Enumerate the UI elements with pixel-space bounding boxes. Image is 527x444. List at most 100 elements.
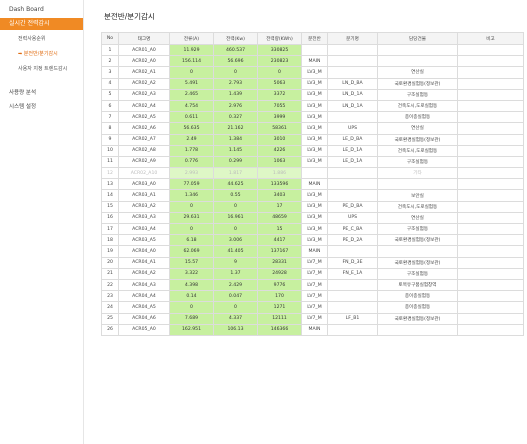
table-row[interactable]: 6 ACR02_A4 4.754 2.976 7055 LV3_M LN_D_1A 건축도시,… [101, 99, 524, 113]
cell-tag: ACR02_A10 [118, 167, 170, 180]
header-panel: 분전반 [301, 32, 328, 45]
cell-branch: PE_D_BA [327, 200, 378, 213]
cell-energy: 28331 [257, 256, 302, 269]
cell-note [457, 222, 524, 236]
cell-branch [327, 178, 378, 191]
cell-branch: LN_D_1A [327, 88, 378, 101]
cell-branch [327, 301, 378, 314]
cell-current: 0 [169, 200, 214, 213]
cell-no: 12 [101, 167, 119, 180]
cell-no: 25 [101, 312, 119, 325]
cell-branch [327, 290, 378, 303]
cell-current: 77.059 [169, 178, 214, 191]
cell-tag: ACR04_A4 [118, 290, 170, 303]
table-row[interactable]: 19 ACR04_A0 62.069 41.405 137167 MAIN [101, 245, 524, 258]
cell-building: 종이종실험동 [377, 111, 458, 124]
header-current: 전류(A) [169, 32, 214, 45]
cell-panel: LV3_M [301, 133, 328, 146]
cell-branch: FN_D_3E [327, 256, 378, 269]
dashboard-link[interactable]: Dash Board [9, 6, 44, 13]
cell-energy: 133596 [257, 178, 302, 191]
table-row[interactable]: 1 ACR01_A0 11.929 460.537 330825 [101, 43, 524, 57]
cell-power: 0.047 [213, 290, 258, 303]
submenu-usage-rank[interactable]: 전력사용순위 [18, 35, 46, 42]
table-row[interactable]: 17 ACR03_A4 0 0 15 LV3_M PE_C_BA 구조실험동 [101, 222, 524, 236]
table-row[interactable]: 2 ACR02_A0 156.114 56.696 230823 MAIN [101, 55, 524, 68]
cell-building: 국토환경실험동(정보관) [377, 312, 458, 325]
cell-tag: ACR02_A9 [118, 155, 170, 169]
table-row[interactable]: 14 ACR03_A1 1.346 0.55 3403 LV3_M 보안실 [101, 189, 524, 202]
table-row[interactable]: 9 ACR02_A7 2.49 1.384 3010 LV3_M LE_D_BA 국토환경실험… [101, 133, 524, 146]
table-row[interactable]: 16 ACR03_A3 29.631 16.961 48659 LV3_M UPS 연산실 [101, 211, 524, 225]
table-row[interactable]: 26 ACR05_A0 162.951 106.13 146366 MAIN [101, 323, 524, 336]
cell-no: 9 [101, 133, 119, 146]
cell-current: 4.754 [169, 99, 214, 113]
table-row[interactable]: 18 ACR03_A5 6.18 3.006 4417 LV3_M PE_D_2A 국토환경실… [101, 234, 524, 247]
cell-energy: 230823 [257, 55, 302, 68]
table-row[interactable]: 25 ACR04_A6 7.689 4.337 12111 LV7_M LF_B1 국토환경실… [101, 312, 524, 325]
table-row[interactable]: 4 ACR02_A2 5.491 2.793 5063 LV3_M LN_D_BA 국토환경실… [101, 77, 524, 90]
cell-building: 국토환경실험동(정보관) [377, 256, 458, 269]
table-row[interactable]: 22 ACR04_A3 4.398 2.429 9776 LV7_M 토목유구품실험창역 [101, 278, 524, 292]
table-row[interactable]: 20 ACR04_A1 15.57 9 28331 LV7_M FN_D_3E 국토환경실험동… [101, 256, 524, 269]
cell-power: 106.13 [213, 323, 258, 336]
cell-branch [327, 323, 378, 336]
menu-system-settings[interactable]: 시스템 설정 [9, 102, 36, 110]
cell-current: 0.611 [169, 111, 214, 124]
cell-current: 0 [169, 301, 214, 314]
table-row[interactable]: 7 ACR02_A5 0.611 0.327 3999 LV3_M 종이종실험동 [101, 111, 524, 124]
table-row[interactable]: 23 ACR04_A4 0.14 0.047 170 LV7_M 종이종실험동 [101, 290, 524, 303]
cell-no: 17 [101, 222, 119, 236]
table-row[interactable]: 5 ACR02_A3 2.465 1.439 3372 LV3_M LN_D_1A 구조실험동 [101, 88, 524, 101]
table-row[interactable]: 12 ACR02_A10 2.993 1.817 1.886 기타 [101, 167, 524, 180]
cell-panel [301, 43, 328, 57]
cell-no: 7 [101, 111, 119, 124]
cell-note [457, 111, 524, 124]
cell-tag: ACR05_A0 [118, 323, 170, 336]
cell-panel: LV7_M [301, 278, 328, 292]
cell-building: 종이종실험동 [377, 301, 458, 314]
cell-current: 6.18 [169, 234, 214, 247]
cell-building: 건축도시,도로실험동 [377, 144, 458, 157]
submenu-custom-trend[interactable]: 사용자 지정 트렌드감시 [18, 65, 67, 72]
cell-no: 15 [101, 200, 119, 213]
cell-no: 5 [101, 88, 119, 101]
cell-panel: LV3_M [301, 99, 328, 113]
cell-note [457, 55, 524, 68]
table-row[interactable]: 13 ACR03_A0 77.059 44.625 133596 MAIN [101, 178, 524, 191]
cell-branch [327, 189, 378, 202]
cell-energy: 330825 [257, 43, 302, 57]
cell-energy: 4417 [257, 234, 302, 247]
submenu-panel-monitor[interactable]: ➡ 분전반/분기감시 [18, 50, 58, 57]
cell-no: 20 [101, 256, 119, 269]
menu-realtime-monitor[interactable]: 실시간 전력감시 [0, 18, 83, 30]
cell-building: 구조실험동 [377, 155, 458, 169]
cell-no: 2 [101, 55, 119, 68]
cell-energy: 4226 [257, 144, 302, 157]
cell-note [457, 267, 524, 280]
cell-tag: ACR04_A1 [118, 256, 170, 269]
cell-note [457, 77, 524, 90]
cell-no: 23 [101, 290, 119, 303]
panel-table-wrapper: No 태그명 전류(A) 전력(Kw) 전력량(KWh) 분전반 분기명 담당건… [101, 32, 524, 336]
cell-power: 2.429 [213, 278, 258, 292]
cell-no: 11 [101, 155, 119, 169]
table-row[interactable]: 24 ACR04_A5 0 0 1271 LV7_M 종이종실험동 [101, 301, 524, 314]
table-row[interactable]: 8 ACR02_A6 56.635 21.162 58361 LV3_M UPS 연산실 [101, 122, 524, 135]
table-row[interactable]: 11 ACR02_A9 0.776 0.299 1063 LV3_M LE_D_1A 구조실험… [101, 155, 524, 169]
cell-power: 44.625 [213, 178, 258, 191]
menu-usage-analysis[interactable]: 사용량 분석 [9, 88, 36, 96]
table-row[interactable]: 15 ACR03_A2 0 0 17 LV3_M PE_D_BA 건축도시,도로실험동 [101, 200, 524, 213]
table-row[interactable]: 10 ACR02_A8 1.778 1.145 4226 LV3_M LE_D_1A 건축도시… [101, 144, 524, 157]
cell-current: 0.14 [169, 290, 214, 303]
cell-no: 14 [101, 189, 119, 202]
cell-no: 3 [101, 66, 119, 79]
cell-note [457, 312, 524, 325]
table-row[interactable]: 3 ACR02_A1 0 0 0 LV3_M 연산실 [101, 66, 524, 79]
cell-note [457, 211, 524, 225]
cell-note [457, 256, 524, 269]
cell-tag: ACR03_A0 [118, 178, 170, 191]
cell-current: 156.114 [169, 55, 214, 68]
table-row[interactable]: 21 ACR04_A2 3.322 1.37 24928 LV7_M FN_E_1A 구조실험… [101, 267, 524, 280]
cell-current: 5.491 [169, 77, 214, 90]
